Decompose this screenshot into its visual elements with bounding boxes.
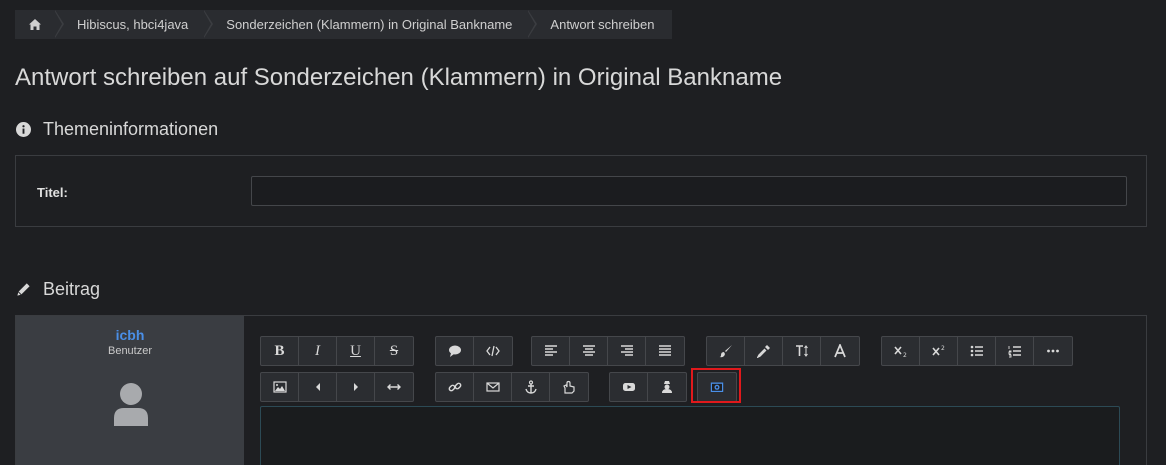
post-text-editor[interactable] xyxy=(260,406,1120,465)
link-button[interactable] xyxy=(436,373,474,401)
toolbar-group-format-lists: 2 2 xyxy=(881,336,1073,366)
horizontal-rule-button[interactable] xyxy=(375,373,413,401)
arrows-h-icon xyxy=(387,384,401,390)
pencil-icon xyxy=(17,283,30,296)
caret-right-button[interactable] xyxy=(337,373,375,401)
paint-brush-icon xyxy=(719,345,732,358)
breadcrumb-item-current: Antwort schreiben xyxy=(550,17,655,32)
subscript-icon: 2 xyxy=(893,346,907,358)
svg-text:2: 2 xyxy=(903,352,907,358)
paint-brush-button[interactable] xyxy=(707,337,745,365)
align-left-icon xyxy=(544,345,557,356)
topic-section-heading: Themeninformationen xyxy=(16,119,218,140)
anchor-icon xyxy=(524,380,537,394)
caret-left-icon xyxy=(315,383,320,391)
toolbar-group-text-style: B I U S xyxy=(260,336,414,366)
text-height-button[interactable] xyxy=(783,337,821,365)
spoiler-button[interactable] xyxy=(648,373,686,401)
justify-button[interactable] xyxy=(646,337,684,365)
bullet-list-button[interactable] xyxy=(958,337,996,365)
topic-info-panel: Titel: xyxy=(15,155,1147,227)
quote-button[interactable] xyxy=(436,337,474,365)
username[interactable]: icbh xyxy=(16,327,244,343)
topic-section-title: Themeninformationen xyxy=(43,119,219,139)
insert-image-button[interactable] xyxy=(261,373,299,401)
youtube-button[interactable] xyxy=(610,373,648,401)
align-left-button[interactable] xyxy=(532,337,570,365)
align-center-button[interactable] xyxy=(570,337,608,365)
svg-text:2: 2 xyxy=(941,345,945,352)
toolbar-group-links xyxy=(435,372,589,402)
font-icon xyxy=(834,344,846,358)
page-title: Antwort schreiben auf Sonderzeichen (Kla… xyxy=(15,64,783,91)
hand-point-icon xyxy=(563,380,575,394)
eyedropper-button[interactable] xyxy=(745,337,783,365)
toolbar-group-color-font xyxy=(706,336,860,366)
italic-button[interactable]: I xyxy=(299,337,337,365)
avatar-placeholder-icon xyxy=(114,383,148,426)
anchor-button[interactable] xyxy=(512,373,550,401)
font-button[interactable] xyxy=(821,337,859,365)
info-circle-icon xyxy=(16,122,31,137)
align-right-button[interactable] xyxy=(608,337,646,365)
eyedropper-icon xyxy=(756,345,770,358)
align-right-icon xyxy=(620,345,633,356)
user-panel: icbh Benutzer xyxy=(16,316,244,465)
align-center-icon xyxy=(582,345,595,356)
link-icon xyxy=(448,382,461,392)
highlighted-screenshot-button-frame xyxy=(691,368,741,403)
breadcrumb-item-topic[interactable]: Sonderzeichen (Klammern) in Original Ban… xyxy=(204,10,538,39)
list-ol-icon xyxy=(1008,346,1021,358)
more-button[interactable] xyxy=(1034,337,1072,365)
post-section-title: Beitrag xyxy=(43,279,101,299)
toolbar-group-quote-code xyxy=(435,336,513,366)
ellipsis-icon xyxy=(1047,349,1059,353)
underline-button[interactable]: U xyxy=(337,337,375,365)
title-input[interactable] xyxy=(251,176,1127,206)
text-height-icon xyxy=(795,345,808,357)
email-button[interactable] xyxy=(474,373,512,401)
caret-right-icon xyxy=(353,383,358,391)
toolbar-group-embed xyxy=(609,372,687,402)
caret-left-button[interactable] xyxy=(299,373,337,401)
justify-icon xyxy=(659,345,671,356)
user-secret-icon xyxy=(662,381,672,393)
pointer-button[interactable] xyxy=(550,373,588,401)
toolbar-group-align xyxy=(531,336,685,366)
code-icon xyxy=(486,345,500,357)
youtube-icon xyxy=(622,383,635,391)
quote-icon xyxy=(448,345,461,357)
title-label: Titel: xyxy=(37,185,68,200)
strikethrough-button[interactable]: S xyxy=(375,337,413,365)
breadcrumb: Hibiscus, hbci4java Sonderzeichen (Klamm… xyxy=(15,10,673,39)
post-section-heading: Beitrag xyxy=(16,279,100,300)
superscript-button[interactable]: 2 xyxy=(920,337,958,365)
numbered-list-button[interactable] xyxy=(996,337,1034,365)
list-ul-icon xyxy=(970,345,983,357)
bold-button[interactable]: B xyxy=(261,337,299,365)
home-icon xyxy=(29,19,41,30)
image-icon xyxy=(272,381,287,393)
toolbar-group-media-nav xyxy=(260,372,414,402)
user-role: Benutzer xyxy=(107,345,153,357)
subscript-button[interactable]: 2 xyxy=(882,337,920,365)
breadcrumb-home[interactable] xyxy=(15,10,64,39)
breadcrumb-item-forum[interactable]: Hibiscus, hbci4java xyxy=(55,10,214,39)
superscript-icon: 2 xyxy=(931,345,945,356)
code-button[interactable] xyxy=(474,337,512,365)
envelope-icon xyxy=(485,382,500,392)
